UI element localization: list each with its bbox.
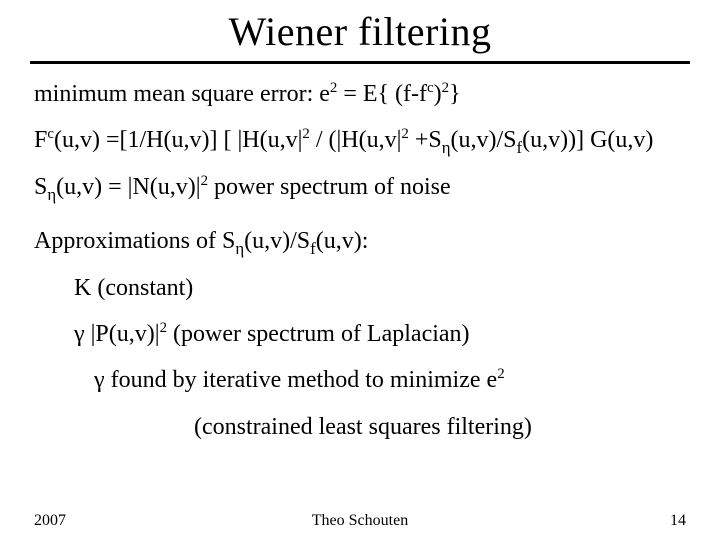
fc-a: F <box>34 127 47 153</box>
slide-title: Wiener filtering <box>0 8 720 55</box>
line-mse: minimum mean square error: e 2 = E{ (f-fc… <box>34 78 690 110</box>
slide: Wiener filtering minimum mean square err… <box>0 8 720 540</box>
fc-d: +S <box>409 127 442 153</box>
line-fc: Fc(u,v) =[1/H(u,v)] [ |H(u,v|2 / (|H(u,v… <box>34 124 690 156</box>
slide-body: minimum mean square error: e2 = E{ (f-fc… <box>0 78 720 443</box>
sup-2c: 2 <box>302 126 309 142</box>
mse-eq-a: = E{ (f-f <box>337 81 427 107</box>
line-approx: Approximations of Sη(u,v)/Sf(u,v): <box>34 225 690 257</box>
line-iter: γ found by iterative method to minimize … <box>94 364 690 396</box>
sup-2e: 2 <box>201 173 208 189</box>
sub-eta3: η <box>235 239 244 258</box>
line-k: K (constant) <box>34 272 690 304</box>
iter-a: found by iterative method to minimize e <box>105 367 498 393</box>
sub-eta: η <box>442 138 451 157</box>
gp-b: (power spectrum of Laplacian) <box>167 321 470 347</box>
line-cls: (constrained least squares filtering) <box>34 411 690 443</box>
footer-author: Theo Schouten <box>0 512 720 530</box>
gp-a: |P(u,v)| <box>85 321 160 347</box>
approx-b: (u,v)/S <box>244 228 310 254</box>
mse-label: minimum mean square error: e <box>34 81 330 107</box>
mse-eq-b: ) <box>434 81 442 107</box>
gamma-sym-2: γ <box>94 367 105 393</box>
fc-f: (u,v))] G(u,v) <box>522 127 653 153</box>
footer-page: 14 <box>670 512 686 530</box>
sn-a: S <box>34 174 47 200</box>
sn-c: power spectrum of noise <box>208 174 451 200</box>
sup-c: c <box>427 80 434 96</box>
line-sn: Sη(u,v) = |N(u,v)|2 power spectrum of no… <box>34 171 690 203</box>
mse-eq-c: } <box>449 81 461 107</box>
approx-a: Approximations of S <box>34 228 235 254</box>
gamma-sym: γ <box>74 321 85 347</box>
sup-c2: c <box>47 126 54 142</box>
title-underline <box>30 61 690 64</box>
fc-b: (u,v) =[1/H(u,v)] [ |H(u,v| <box>54 127 302 153</box>
sub-eta2: η <box>47 185 56 204</box>
fc-e: (u,v)/S <box>451 127 517 153</box>
line-gp: γ |P(u,v)|2 (power spectrum of Laplacian… <box>34 318 690 350</box>
sup-2g: 2 <box>497 366 504 382</box>
sup-2d: 2 <box>401 126 408 142</box>
sn-b: (u,v) = |N(u,v)| <box>56 174 200 200</box>
sup-2b: 2 <box>442 80 449 96</box>
fc-c: / (|H(u,v| <box>310 127 402 153</box>
sup-2f: 2 <box>160 320 167 336</box>
approx-c: (u,v): <box>316 228 369 254</box>
